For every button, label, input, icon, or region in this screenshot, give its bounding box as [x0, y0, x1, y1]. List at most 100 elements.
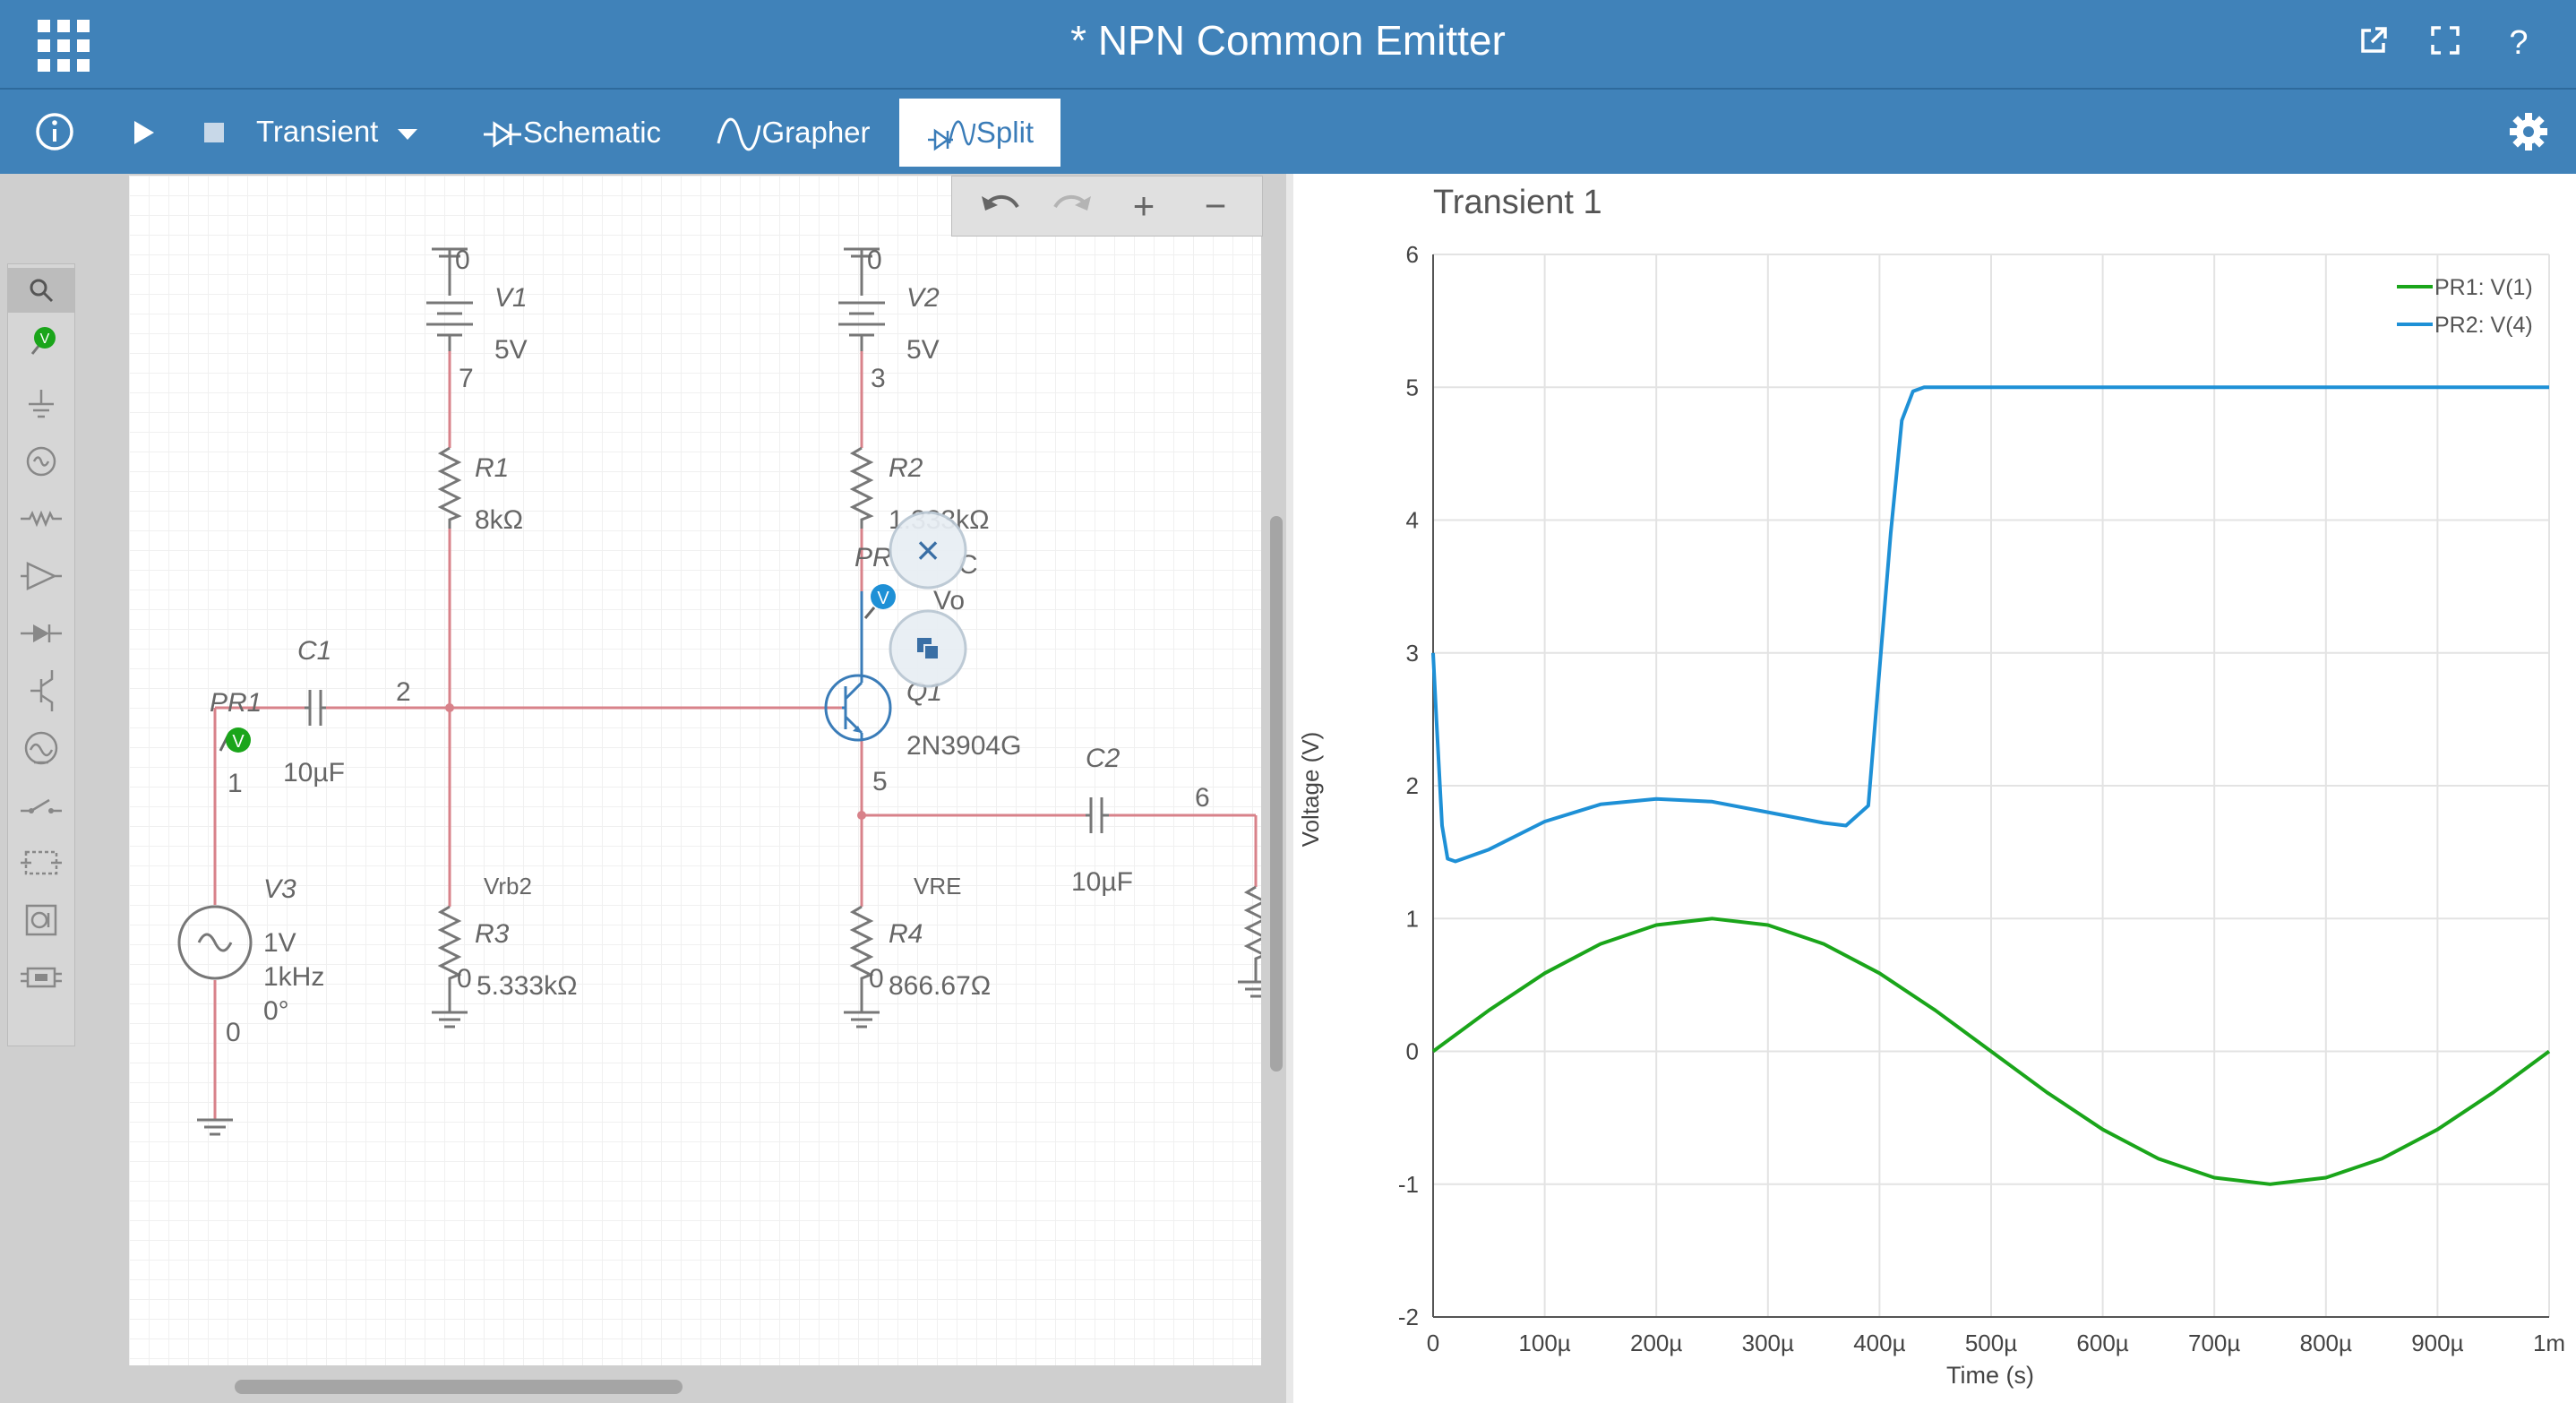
- split-divider[interactable]: [1286, 174, 1293, 1403]
- r3-name: R3: [475, 919, 510, 949]
- v3-freq: 1kHz: [263, 962, 324, 992]
- x-tick-label: 100µ: [1518, 1330, 1570, 1356]
- pr2-name: PR: [854, 543, 892, 572]
- y-tick-label: -2: [1398, 1304, 1419, 1330]
- vertical-scrollbar[interactable]: [1270, 516, 1283, 1072]
- r4-node: 0: [869, 964, 884, 994]
- x-tick-label: 0: [1427, 1330, 1439, 1356]
- pr2-probe[interactable]: V: [863, 584, 896, 619]
- y-tick-label: 5: [1406, 374, 1419, 400]
- undo-icon[interactable]: [974, 184, 1027, 228]
- search-icon[interactable]: [8, 268, 74, 313]
- probe-delete-button[interactable]: ×: [889, 511, 967, 590]
- meter-icon[interactable]: [8, 721, 74, 775]
- split-icon: [927, 121, 976, 151]
- tab-grapher-label: Grapher: [761, 116, 871, 149]
- source-icon[interactable]: [8, 435, 74, 488]
- probe-copy-button[interactable]: [889, 609, 967, 688]
- node-2-label: 2: [396, 677, 411, 707]
- r3-value: 5.333kΩ: [477, 971, 578, 1001]
- r1-value: 8kΩ: [475, 505, 523, 535]
- pr1-probe[interactable]: V: [219, 727, 251, 753]
- chart-title: Transient 1: [1433, 184, 1602, 221]
- horizontal-scrollbar[interactable]: [235, 1380, 683, 1394]
- r2-name: R2: [889, 453, 923, 483]
- v3-name: V3: [263, 874, 296, 904]
- y-tick-label: 6: [1406, 241, 1419, 268]
- x-axis-label: Time (s): [1946, 1362, 2034, 1389]
- grapher-panel: Transient 1 0 100µ 200µ 300µ 400µ 500µ 600µ 700…: [1293, 174, 2576, 1403]
- instrument-icon[interactable]: [8, 893, 74, 947]
- v2-node-top: 0: [867, 245, 882, 275]
- zoom-out-icon[interactable]: −: [1189, 184, 1242, 228]
- vrb2-label: Vrb2: [484, 873, 532, 899]
- pr1-badge: V: [232, 732, 245, 752]
- y-axis-label: Voltage (V): [1297, 732, 1324, 848]
- play-icon[interactable]: [131, 90, 158, 174]
- component-palette: V: [7, 263, 75, 1046]
- module-icon[interactable]: [8, 836, 74, 890]
- v2-value: 5V: [906, 335, 940, 365]
- v2-name: V2: [906, 283, 940, 313]
- legend-entry: PR2: V(4): [2434, 313, 2533, 338]
- v3-amp: 1V: [263, 928, 296, 958]
- fullscreen-icon[interactable]: [2426, 25, 2465, 65]
- transient-chart[interactable]: Transient 1 0 100µ 200µ 300µ 400µ 500µ 600µ 700…: [1293, 174, 2576, 1403]
- x-tick-label: 300µ: [1742, 1330, 1794, 1356]
- x-tick-label: 900µ: [2411, 1330, 2463, 1356]
- popout-icon[interactable]: [2354, 25, 2393, 65]
- y-tick-label: 0: [1406, 1038, 1419, 1065]
- transistor-icon[interactable]: [8, 664, 74, 718]
- x-tick-label: 600µ: [2076, 1330, 2128, 1356]
- legend: PR1: V(1) PR2: V(4): [2397, 275, 2533, 338]
- r3-node: 0: [457, 964, 472, 994]
- x-tick-label: 700µ: [2188, 1330, 2240, 1356]
- tab-schematic-label: Schematic: [522, 116, 662, 149]
- redo-icon[interactable]: [1045, 184, 1099, 228]
- tab-schematic[interactable]: Schematic: [477, 99, 666, 167]
- v1-node-bottom: 7: [459, 364, 474, 393]
- opamp-icon[interactable]: [8, 549, 74, 603]
- c1-name: C1: [297, 636, 331, 666]
- toolbar: Transient Schematic Grapher Split: [0, 90, 2576, 174]
- switch-icon[interactable]: [8, 779, 74, 832]
- tab-split-label: Split: [975, 116, 1035, 149]
- connector-icon[interactable]: [8, 951, 74, 1004]
- c2-name: C2: [1086, 744, 1121, 773]
- analysis-label: Transient: [256, 115, 379, 148]
- x-tick-label: 200µ: [1630, 1330, 1682, 1356]
- gear-icon[interactable]: [2508, 90, 2549, 174]
- info-icon[interactable]: [34, 90, 75, 174]
- v3-node: 0: [226, 1018, 241, 1047]
- c2-value: 10µF: [1071, 867, 1133, 897]
- diode-icon[interactable]: [8, 607, 74, 660]
- ground-icon[interactable]: [8, 377, 74, 431]
- schematic-canvas[interactable]: 0 V1 5V 7 0 V2 5V 3 R1 8kΩ R2 1.333kΩ C1…: [129, 176, 1261, 1365]
- help-icon[interactable]: ?: [2499, 25, 2538, 65]
- v1-name: V1: [494, 283, 528, 313]
- node-1-label: 1: [228, 769, 243, 798]
- tab-grapher[interactable]: Grapher: [713, 99, 874, 167]
- x-tick-label: 500µ: [1965, 1330, 2017, 1356]
- legend-entry: PR1: V(1): [2434, 275, 2533, 300]
- schematic-icon: [483, 121, 521, 149]
- close-icon: ×: [916, 527, 940, 573]
- stop-icon[interactable]: [202, 90, 226, 174]
- y-tick-label: 1: [1406, 905, 1419, 932]
- analysis-select[interactable]: Transient: [256, 90, 423, 174]
- y-tick-label: 3: [1406, 640, 1419, 667]
- svg-text:V: V: [40, 331, 50, 347]
- voltage-probe-icon[interactable]: V: [8, 314, 74, 368]
- pr1-name: PR1: [210, 688, 262, 718]
- r4-value: 866.67Ω: [889, 971, 991, 1001]
- r1-name: R1: [475, 453, 509, 483]
- resistor-icon[interactable]: [8, 492, 74, 546]
- x-tick-label: 1m: [2533, 1330, 2565, 1356]
- v3-phase: 0°: [263, 996, 289, 1026]
- zoom-in-icon[interactable]: +: [1117, 184, 1171, 228]
- c1-value: 10µF: [283, 758, 345, 788]
- tab-split[interactable]: Split: [899, 99, 1060, 167]
- node-6-label: 6: [1195, 783, 1210, 813]
- schematic-toolbar: + −: [951, 176, 1263, 237]
- title-bar: * NPN Common Emitter ?: [0, 0, 2576, 90]
